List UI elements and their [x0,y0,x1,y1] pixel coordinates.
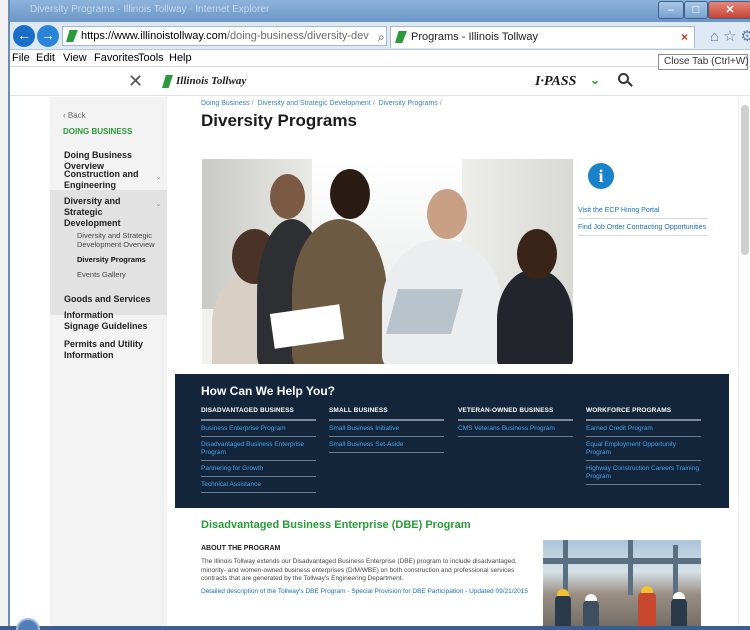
browser-toolbar-icons: ⌂☆⚙ [710,27,750,45]
menu-favorites[interactable]: Favorites [94,52,139,64]
about-heading: ABOUT THE PROGRAM [201,545,281,552]
chevron-up-icon[interactable]: ⌄ [155,198,162,209]
menu-view[interactable]: View [63,52,87,64]
sidebar-item-construction[interactable]: Construction and Engineering ⌄ [64,169,162,191]
ecp-hiring-link[interactable]: Visit the ECP Hiring Portal [578,207,708,219]
help-panel: How Can We Help You? DISADVANTAGED BUSIN… [175,374,729,508]
help-link[interactable]: Technical Assistance [201,477,316,493]
help-title: How Can We Help You? [201,384,336,398]
page-content: ‹ Back DOING BUSINESS Doing Business Ove… [10,97,750,630]
breadcrumb: Doing Business / Diversity and Strategic … [201,100,442,107]
sidebar-subitem-diversity-programs[interactable]: Diversity Programs [77,255,162,264]
breadcrumb-doing-business[interactable]: Doing Business [201,100,250,107]
browser-window: Diversity Programs - Illinois Tollway - … [8,0,750,630]
taskbar [0,626,750,630]
close-menu-icon[interactable]: ✕ [128,71,143,92]
help-link[interactable]: Small Business Set-Aside [329,437,444,453]
help-link[interactable]: Disadvantaged Business Enterprise Progra… [201,437,316,461]
menu-file[interactable]: File [12,52,30,64]
page-title: Diversity Programs [201,111,357,130]
url-path: /doing-business/diversity-dev [226,30,369,42]
menu-edit[interactable]: Edit [36,52,55,64]
address-controls: ⌕ ▾ 🔒︎ ↻ [375,28,386,45]
search-icon[interactable]: ⌕ [378,30,385,44]
help-link[interactable]: Partnering for Growth [201,461,316,477]
menu-help[interactable]: Help [169,52,192,64]
chevron-down-icon[interactable]: ⌄ [155,171,162,182]
title-bar: Diversity Programs - Illinois Tollway - … [10,0,750,22]
navigation-bar: ← → https://www.illinoistollway.com/doin… [10,22,750,50]
minimize-button[interactable]: – [658,1,684,19]
site-favicon-icon [66,30,78,42]
search-icon[interactable] [618,71,634,89]
forward-icon[interactable]: → [37,25,59,47]
sidebar-item-signage[interactable]: Information Signage Guidelines [64,310,149,332]
help-column-disadvantaged: DISADVANTAGED BUSINESS Business Enterpri… [201,407,316,493]
sidebar-subitem-events[interactable]: Events Gallery [77,270,162,279]
breadcrumb-programs[interactable]: Diversity Programs [379,100,438,107]
tab-favicon-icon [395,31,407,43]
meeting-photo [202,159,573,364]
url-host: https://www.illinoistollway.com [81,30,227,42]
sidebar-item-permits[interactable]: Permits and Utility Information [64,339,149,361]
window-title: Diversity Programs - Illinois Tollway - … [30,4,270,15]
tab-illinois-tollway[interactable]: Programs - Illinois Tollway × [390,26,695,48]
help-link[interactable]: Earned Credit Program [586,421,701,437]
construction-photo [543,540,701,630]
back-link[interactable]: ‹ Back [63,111,86,120]
sidebar-subitem-overview[interactable]: Diversity and Strategic Development Over… [77,231,162,249]
tab-title: Programs - Illinois Tollway [411,31,538,43]
info-icon: i [588,163,614,189]
help-link[interactable]: Business Enterprise Program [201,421,316,437]
scrollbar-thumb[interactable] [741,105,749,255]
breadcrumb-diversity[interactable]: Diversity and Strategic Development [258,100,371,107]
help-column-workforce: WORKFORCE PROGRAMS Earned Credit Program… [586,407,701,485]
close-tab-tooltip: Close Tab (Ctrl+W) [658,54,749,70]
help-link[interactable]: Highway Construction Careers Training Pr… [586,461,701,485]
close-window-button[interactable]: ✕ [708,1,750,19]
ipass-menu[interactable]: I·PASS [535,74,576,90]
dbe-detail-link[interactable]: Detailed description of the Tollway's DB… [201,588,528,595]
tollway-logo[interactable]: Illinois Tollway [162,75,246,87]
menu-bar: File Edit View Favorites Tools Help [10,50,750,67]
site-header: ✕ Illinois Tollway I·PASS ⌄ [10,68,750,96]
sidebar-item-diversity[interactable]: Diversity and Strategic Development ⌄ [64,196,162,229]
close-tab-icon[interactable]: × [681,27,688,47]
back-icon[interactable]: ← [13,25,35,47]
home-icon[interactable]: ⌂ [710,28,723,45]
help-link[interactable]: Small Business Initiative [329,421,444,437]
about-text: The Illinois Tollway extends our Disadva… [201,558,517,582]
job-order-link[interactable]: Find Job Order Contracting Opportunities [578,224,708,236]
address-bar[interactable]: https://www.illinoistollway.com/doing-bu… [62,26,387,46]
maximize-button[interactable]: □ [684,1,708,19]
chevron-down-icon[interactable]: ⌄ [590,73,600,87]
menu-tools[interactable]: Tools [138,52,164,64]
sidebar-heading: DOING BUSINESS [63,127,133,136]
star-icon[interactable]: ☆ [723,28,740,45]
dbe-section-title: Disadvantaged Business Enterprise (DBE) … [201,519,471,531]
sidebar-item-goods[interactable]: Goods and Services [64,294,164,305]
help-link[interactable]: Equal Employment Opportunity Program [586,437,701,461]
help-column-small: SMALL BUSINESS Small Business Initiative… [329,407,444,453]
help-link[interactable]: CMS Veterans Business Program [458,421,573,437]
help-column-veteran: VETERAN-OWNED BUSINESS CMS Veterans Busi… [458,407,573,437]
gear-icon[interactable]: ⚙ [741,28,750,45]
